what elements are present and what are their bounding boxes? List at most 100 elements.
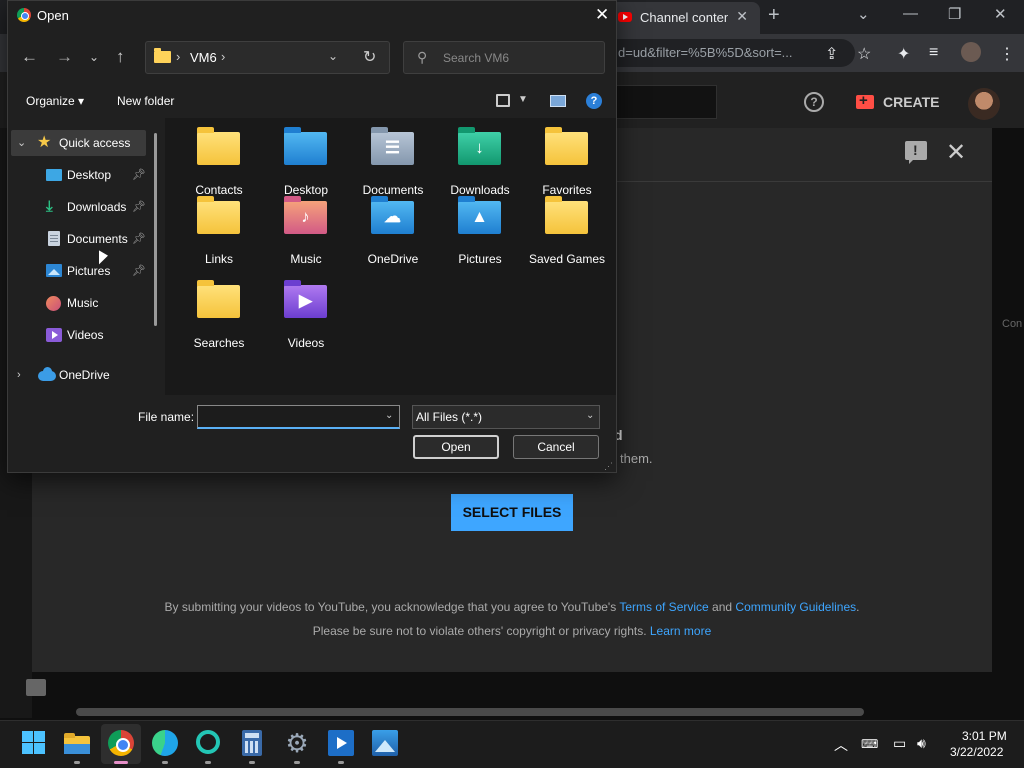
bookmark-star-icon[interactable]: ☆ — [857, 44, 871, 64]
breadcrumb[interactable]: VM6 — [190, 50, 217, 65]
folder-item-searches[interactable]: Searches — [180, 280, 258, 361]
sidebar-item-label: Downloads — [67, 200, 127, 214]
edge-taskbar-icon[interactable] — [152, 730, 178, 756]
address-bar-url[interactable]: d=ud&filter=%5B%5D&sort=... — [618, 45, 813, 60]
tab-search-icon[interactable]: ⌄ — [857, 5, 870, 23]
learn-more-link[interactable]: Learn more — [650, 624, 711, 638]
forward-arrow-icon[interactable]: → — [56, 47, 73, 67]
file-explorer-taskbar-icon[interactable] — [64, 730, 90, 756]
select-files-button[interactable]: SELECT FILES — [451, 494, 573, 531]
file-name-input[interactable] — [197, 405, 400, 429]
back-arrow-icon[interactable]: ← — [21, 47, 38, 67]
minimize-icon[interactable]: — — [903, 5, 918, 22]
start-button[interactable] — [21, 730, 47, 756]
calculator-taskbar-icon[interactable] — [242, 730, 262, 756]
folder-item-saved-games[interactable]: Saved Games — [528, 196, 606, 277]
sidebar-item-onedrive[interactable]: › OneDrive — [11, 362, 151, 388]
profile-avatar[interactable] — [961, 42, 981, 62]
folder-item-contacts[interactable]: Contacts — [180, 127, 258, 208]
community-guidelines-link[interactable]: Community Guidelines — [735, 600, 856, 614]
navigation-pane — [8, 118, 165, 395]
collapse-chevron-icon[interactable]: ⌄ — [17, 136, 26, 149]
videos-folder-icon: ▶ — [284, 280, 327, 318]
sidebar-item-downloads[interactable]: ⤓ Downloads 📌︎ — [40, 194, 148, 220]
dialog-close-icon[interactable]: ✕ — [595, 5, 609, 25]
close-icon[interactable]: ✕ — [946, 138, 966, 167]
clock-time[interactable]: 3:01 PM — [962, 729, 1007, 743]
volume-icon[interactable]: 🔊︎ — [917, 735, 926, 752]
refresh-icon[interactable]: ↻ — [363, 47, 376, 67]
terms-of-service-link[interactable]: Terms of Service — [619, 600, 708, 614]
extensions-icon[interactable]: ✦ — [897, 44, 910, 64]
folder-item-links[interactable]: Links — [180, 196, 258, 277]
feedback-sidebar-icon[interactable] — [26, 679, 46, 696]
favorites-folder-icon — [545, 127, 588, 165]
view-options-icon[interactable] — [496, 94, 510, 107]
clock-date[interactable]: 3/22/2022 — [950, 745, 1003, 759]
sidebar-item-documents[interactable]: Documents 📌︎ — [40, 226, 148, 252]
preview-pane-icon[interactable] — [550, 95, 566, 107]
dialog-help-icon[interactable]: ? — [586, 93, 602, 109]
avatar[interactable] — [968, 88, 1000, 120]
window-close-icon[interactable]: ✕ — [994, 5, 1007, 23]
settings-gear-icon[interactable]: ⚙ — [284, 730, 310, 756]
cortana-taskbar-icon[interactable] — [196, 730, 220, 754]
folder-item-desktop[interactable]: Desktop — [267, 127, 345, 208]
file-type-dropdown-icon[interactable]: ⌄ — [586, 410, 594, 421]
recent-locations-chevron-icon[interactable]: ⌄ — [89, 50, 99, 64]
dialog-title-bar[interactable] — [8, 1, 616, 31]
sidebar-item-label: Music — [67, 296, 99, 310]
file-name-dropdown-icon[interactable]: ⌄ — [385, 410, 393, 421]
share-icon[interactable]: ⇪ — [825, 44, 838, 64]
running-indicator — [294, 761, 300, 764]
folder-item-documents[interactable]: ☰ Documents — [354, 127, 432, 208]
expand-chevron-icon[interactable]: › — [17, 369, 21, 381]
photos-taskbar-icon[interactable] — [372, 730, 398, 756]
navigation-scrollbar[interactable] — [154, 133, 157, 326]
resize-grip-icon[interactable]: ⋰ — [604, 461, 613, 472]
folder-item-onedrive[interactable]: ☁ OneDrive — [354, 196, 432, 277]
media-controls-icon[interactable]: ≡ — [929, 44, 938, 62]
horizontal-scrollbar[interactable] — [76, 708, 864, 716]
folder-item-pictures[interactable]: ▲ Pictures — [441, 196, 519, 277]
keyboard-icon[interactable]: ⌨ — [861, 737, 878, 751]
breadcrumb-chevron-icon[interactable]: › — [176, 49, 180, 64]
address-dropdown-icon[interactable]: ⌄ — [328, 49, 338, 63]
chrome-menu-icon[interactable]: ⋮ — [999, 44, 1015, 64]
help-icon[interactable]: ? — [804, 92, 824, 112]
links-folder-icon — [197, 196, 240, 234]
breadcrumb-chevron-icon[interactable]: › — [221, 49, 225, 64]
video-editor-taskbar-icon[interactable] — [328, 730, 354, 756]
up-arrow-icon[interactable]: ↑ — [116, 47, 125, 67]
open-button[interactable]: Open — [413, 435, 499, 459]
youtube-search-box[interactable] — [617, 85, 717, 119]
folder-label: Searches — [193, 336, 245, 350]
sidebar-item-videos[interactable]: Videos — [40, 322, 148, 348]
dialog-address-bar[interactable] — [145, 41, 390, 74]
network-icon[interactable]: ▭ — [893, 735, 906, 752]
pin-icon: 📌︎ — [132, 265, 146, 277]
cancel-button[interactable]: Cancel — [513, 435, 599, 459]
browser-tab[interactable]: Channel content ✕ — [610, 2, 760, 34]
new-tab-button[interactable]: + — [768, 4, 780, 27]
chrome-taskbar-icon[interactable] — [108, 730, 134, 756]
terms-suffix: . — [856, 600, 860, 614]
sidebar-item-desktop[interactable]: Desktop 📌︎ — [40, 162, 148, 188]
folder-item-music[interactable]: ♪ Music — [267, 196, 345, 277]
onedrive-folder-icon: ☁ — [371, 196, 414, 234]
feedback-icon[interactable] — [905, 141, 927, 164]
sidebar-item-pictures[interactable]: Pictures 📌︎ — [40, 258, 148, 284]
folder-item-favorites[interactable]: Favorites — [528, 127, 606, 208]
view-dropdown-icon[interactable]: ▼ — [518, 94, 528, 105]
tab-close-icon[interactable]: ✕ — [736, 8, 748, 25]
sidebar-item-music[interactable]: Music — [40, 290, 148, 316]
dialog-title: Open — [37, 8, 69, 23]
folder-item-downloads[interactable]: ↓ Downloads — [441, 127, 519, 208]
documents-folder-icon: ☰ — [371, 127, 414, 165]
music-folder-icon: ♪ — [284, 196, 327, 234]
folder-item-videos[interactable]: ▶ Videos — [267, 280, 345, 361]
restore-icon[interactable]: ❐ — [948, 5, 961, 23]
organize-button[interactable]: Organize ▾ — [26, 94, 84, 108]
chevron-up-icon[interactable]: ︿ — [834, 735, 848, 755]
new-folder-button[interactable]: New folder — [117, 94, 174, 108]
